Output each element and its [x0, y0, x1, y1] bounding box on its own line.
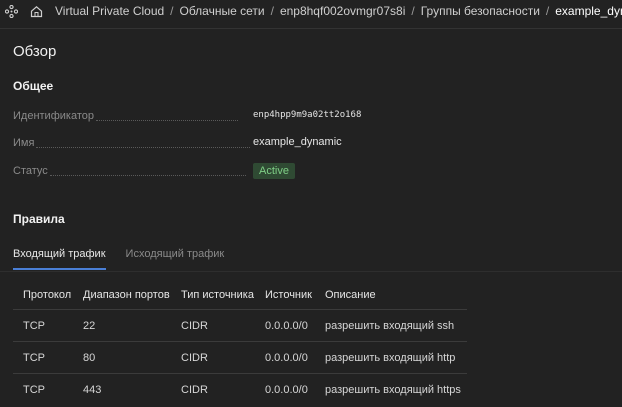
breadcrumb-vpc[interactable]: Virtual Private Cloud	[55, 4, 164, 18]
cell-source: 0.0.0.0/0	[255, 309, 315, 342]
tab-ingress[interactable]: Входящий трафик	[13, 248, 106, 270]
breadcrumb-separator: /	[170, 4, 174, 18]
network-icon[interactable]	[5, 4, 18, 18]
home-icon[interactable]	[30, 4, 43, 18]
breadcrumb-separator: /	[270, 4, 274, 18]
general-section-title: Общее	[13, 79, 54, 93]
cell-source: 0.0.0.0/0	[255, 341, 315, 374]
cell-protocol: TCP	[13, 341, 73, 374]
breadcrumb-security-groups[interactable]: Группы безопасности	[421, 4, 540, 18]
traffic-tabs: Входящий трафик Исходящий трафик	[13, 248, 244, 270]
leader-dots	[95, 112, 238, 121]
cell-description: разрешить входящий https	[315, 373, 467, 405]
cell-source-type: CIDR	[171, 341, 255, 374]
breadcrumb-cloud-networks[interactable]: Облачные сети	[180, 4, 265, 18]
table-header-row: Протокол Диапазон портов Тип источника И…	[13, 280, 467, 310]
cell-port-range: 443	[73, 373, 171, 405]
page-title: Обзор	[13, 43, 57, 60]
breadcrumb-network-id[interactable]: enp8hqf002ovmgr07s8i	[280, 4, 405, 18]
column-header-protocol: Протокол	[23, 288, 72, 301]
column-header-source-type: Тип источника	[181, 288, 254, 301]
tabs-divider	[0, 271, 622, 272]
cell-description: разрешить входящий ssh	[315, 309, 467, 342]
rules-table: Протокол Диапазон портов Тип источника И…	[13, 280, 467, 405]
table-row[interactable]: TCP 22 CIDR 0.0.0.0/0 разрешить входящий…	[13, 309, 467, 342]
breadcrumb-separator: /	[411, 4, 415, 18]
breadcrumb: Virtual Private Cloud / Облачные сети / …	[0, 0, 622, 22]
column-header-source: Источник	[265, 288, 312, 301]
cell-protocol: TCP	[13, 309, 73, 342]
cell-port-range: 80	[73, 341, 171, 374]
cell-port-range: 22	[73, 309, 171, 342]
cell-source-type: CIDR	[171, 373, 255, 405]
table-row[interactable]: TCP 443 CIDR 0.0.0.0/0 разрешить входящи…	[13, 373, 467, 405]
breadcrumb-separator: /	[545, 4, 550, 18]
column-header-description: Описание	[325, 288, 376, 301]
leader-dots	[36, 139, 251, 148]
cell-source: 0.0.0.0/0	[255, 373, 315, 405]
cell-source-type: CIDR	[171, 309, 255, 342]
status-badge: Active	[253, 163, 295, 179]
name-value: example_dynamic	[253, 136, 342, 148]
tab-egress[interactable]: Исходящий трафик	[126, 248, 225, 270]
id-label: Идентификатор	[13, 110, 94, 122]
cell-description: разрешить входящий http	[315, 341, 467, 374]
table-row[interactable]: TCP 80 CIDR 0.0.0.0/0 разрешить входящий…	[13, 341, 467, 374]
status-label: Статус	[13, 165, 48, 177]
column-header-port-range: Диапазон портов	[83, 288, 170, 301]
breadcrumb-current: example_dynamic	[555, 4, 622, 18]
id-value: enp4hpp9m9a02tt2o168	[253, 110, 362, 120]
name-label: Имя	[13, 137, 35, 149]
rules-section-title: Правила	[13, 212, 65, 226]
cell-protocol: TCP	[13, 373, 73, 405]
leader-dots	[49, 167, 246, 176]
header-divider	[0, 28, 622, 29]
